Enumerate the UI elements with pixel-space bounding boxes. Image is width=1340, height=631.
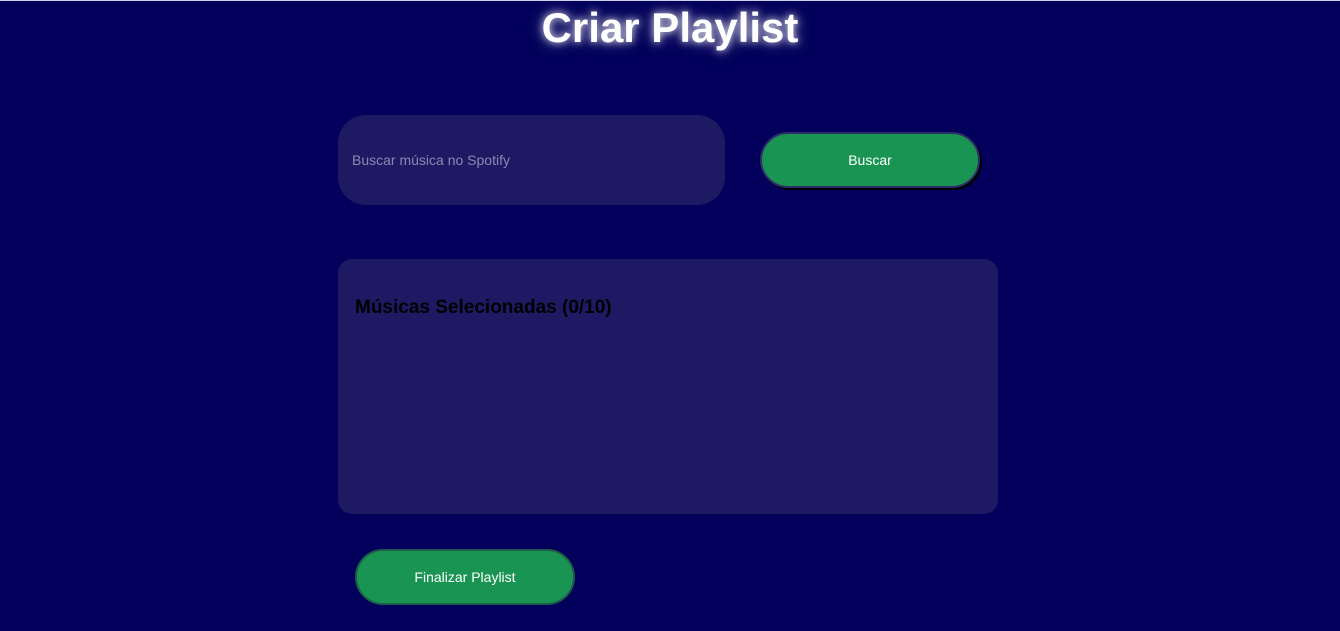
- search-input[interactable]: [338, 115, 725, 205]
- search-button[interactable]: Buscar: [760, 132, 980, 188]
- selected-songs-panel: Músicas Selecionadas (0/10): [338, 259, 998, 514]
- finalize-playlist-button[interactable]: Finalizar Playlist: [355, 549, 575, 605]
- page-title: Criar Playlist: [541, 4, 799, 51]
- selected-songs-heading: Músicas Selecionadas (0/10): [355, 297, 612, 318]
